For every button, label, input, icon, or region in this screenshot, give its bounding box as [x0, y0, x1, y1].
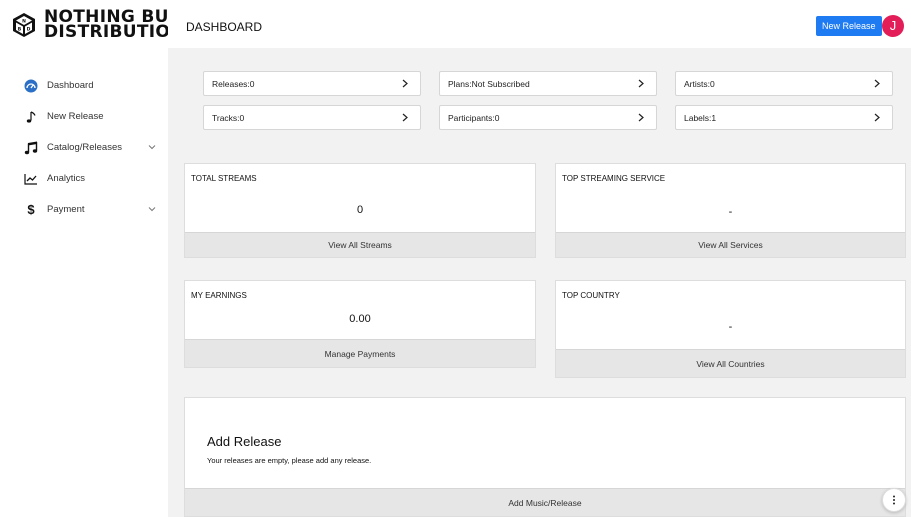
user-avatar[interactable]: J: [882, 15, 904, 37]
total-streams-value: 0: [356, 204, 364, 216]
dashboard-content: Releases:0 Plans:Not Subscribed Artists:…: [168, 48, 911, 517]
card-title: TOTAL STREAMS: [191, 174, 257, 183]
vertical-dots-icon: [893, 495, 895, 505]
my-earnings-card: MY EARNINGS 0.00 Manage Payments: [184, 280, 536, 368]
card-title: TOP STREAMING SERVICE: [562, 174, 666, 183]
svg-text:B: B: [18, 27, 22, 33]
add-release-title: Add Release: [207, 434, 282, 449]
sidebar-item-analytics[interactable]: Analytics: [0, 163, 168, 194]
sidebar-item-payment[interactable]: $ Payment: [0, 194, 168, 225]
brand-cube-icon: N B D: [13, 13, 35, 37]
stat-label: Tracks:0: [212, 112, 245, 123]
total-streams-card: TOTAL STREAMS 0 View All Streams: [184, 163, 536, 258]
chevron-right-icon: [638, 113, 644, 122]
chevron-down-icon: [148, 145, 156, 150]
sidebar-item-label: New Release: [47, 111, 104, 122]
svg-text:D: D: [27, 27, 31, 33]
stat-plans[interactable]: Plans:Not Subscribed: [439, 71, 657, 96]
card-title: MY EARNINGS: [191, 291, 247, 300]
chevron-right-icon: [874, 113, 880, 122]
chart-line-icon: [24, 172, 38, 186]
stat-labels[interactable]: Labels:1: [675, 105, 893, 130]
earnings-value: 0.00: [349, 313, 371, 325]
top-header: DASHBOARD New Release J: [168, 0, 911, 48]
stat-label: Releases:0: [212, 78, 255, 89]
top-streaming-service-value: -: [728, 206, 733, 218]
sidebar-item-new-release[interactable]: New Release: [0, 101, 168, 132]
chevron-down-icon: [148, 207, 156, 212]
music-note-icon: [24, 110, 38, 124]
stat-tracks[interactable]: Tracks:0: [203, 105, 421, 130]
top-country-card: TOP COUNTRY - View All Countries: [555, 280, 906, 378]
sidebar-item-label: Catalog/Releases: [47, 142, 122, 153]
more-options-button[interactable]: [882, 488, 906, 512]
sidebar-item-label: Analytics: [47, 173, 86, 184]
svg-text:N: N: [22, 19, 26, 25]
dashboard-gauge-icon: [24, 79, 38, 93]
add-release-card: Add Release Your releases are empty, ple…: [184, 397, 906, 517]
stat-label: Plans:Not Subscribed: [448, 78, 530, 89]
top-country-value: -: [728, 321, 733, 333]
brand-wordmark: NOTHING BUT DISTRIBUTION: [44, 9, 185, 42]
music-notes-icon: [24, 141, 38, 155]
top-streaming-service-card: TOP STREAMING SERVICE - View All Service…: [555, 163, 906, 258]
dollar-icon: $: [27, 202, 35, 217]
stat-participants[interactable]: Participants:0: [439, 105, 657, 130]
view-all-countries-button[interactable]: View All Countries: [556, 349, 905, 377]
brand-logo[interactable]: N B D NOTHING BUT DISTRIBUTION: [10, 9, 185, 42]
sidebar-item-dashboard[interactable]: Dashboard: [0, 70, 168, 101]
stat-label: Participants:0: [448, 112, 500, 123]
chevron-right-icon: [402, 79, 408, 88]
stat-releases[interactable]: Releases:0: [203, 71, 421, 96]
app-root: N B D NOTHING BUT DISTRIBUTION Dashboard: [0, 0, 911, 517]
sidebar-item-catalog-releases[interactable]: Catalog/Releases: [0, 132, 168, 163]
add-music-release-button[interactable]: Add Music/Release: [185, 488, 905, 516]
stat-label: Artists:0: [684, 78, 715, 89]
stat-artists[interactable]: Artists:0: [675, 71, 893, 96]
chevron-right-icon: [638, 79, 644, 88]
sidebar-item-label: Dashboard: [47, 80, 94, 91]
manage-payments-button[interactable]: Manage Payments: [185, 339, 535, 367]
add-release-description: Your releases are empty, please add any …: [207, 456, 372, 465]
page-title: DASHBOARD: [186, 20, 263, 34]
brand-line-2: DISTRIBUTION: [44, 22, 185, 42]
sidebar: N B D NOTHING BUT DISTRIBUTION Dashboard: [0, 0, 184, 517]
chevron-right-icon: [874, 79, 880, 88]
chevron-right-icon: [402, 113, 408, 122]
card-title: TOP COUNTRY: [562, 291, 620, 300]
new-release-button[interactable]: New Release: [816, 16, 882, 36]
sidebar-item-label: Payment: [47, 204, 85, 215]
view-all-streams-button[interactable]: View All Streams: [185, 232, 535, 257]
sidebar-nav: Dashboard New Release Catalog/Releases A…: [0, 70, 168, 225]
view-all-services-button[interactable]: View All Services: [556, 232, 905, 257]
stat-label: Labels:1: [684, 112, 717, 123]
